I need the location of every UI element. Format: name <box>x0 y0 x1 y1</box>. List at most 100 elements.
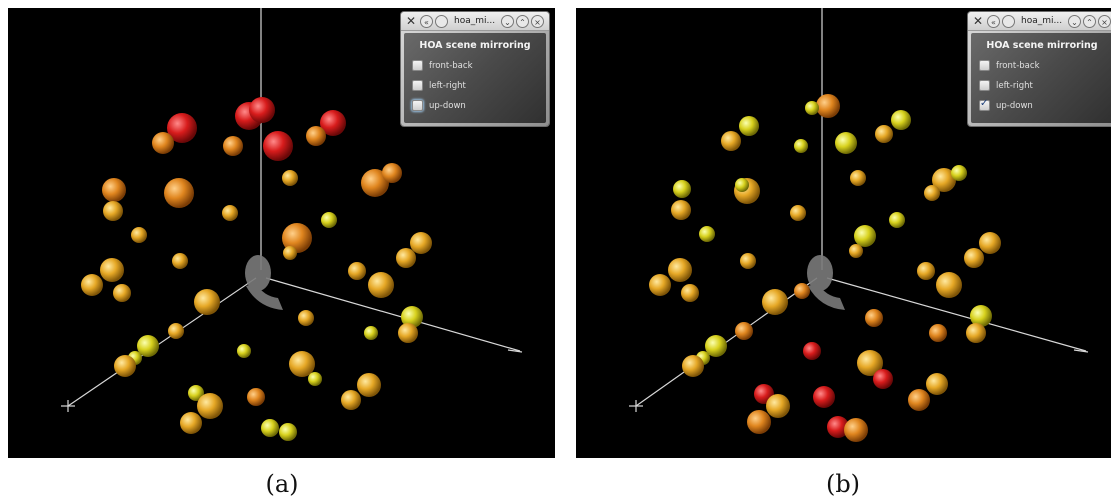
sound-source-sphere <box>762 289 788 315</box>
window-title: hoa_mi... <box>454 16 496 26</box>
sound-source-sphere <box>247 388 265 406</box>
caption-a: (a) <box>265 470 299 498</box>
sound-source-sphere <box>964 248 984 268</box>
minimize-icon[interactable]: ⌄ <box>1068 14 1081 28</box>
sound-source-sphere <box>357 373 381 397</box>
sound-source-sphere <box>844 418 868 442</box>
sound-source-sphere <box>282 170 298 186</box>
listener-head <box>807 255 845 310</box>
option-left-right[interactable]: left-right <box>412 80 546 91</box>
sound-source-sphere <box>261 419 279 437</box>
sound-source-sphere <box>237 344 251 358</box>
minimize-icon[interactable]: ⌄ <box>501 14 514 28</box>
sound-source-sphere <box>926 373 948 395</box>
front-back-checkbox[interactable] <box>412 60 423 71</box>
menu-icon[interactable] <box>435 14 448 28</box>
viewport-a[interactable]: ✕ « hoa_mi... ⌄ ⌃ × HOA scene mirroring … <box>8 8 555 458</box>
window-titlebar[interactable]: ✕ « hoa_mi... ⌄ ⌃ × <box>968 12 1111 31</box>
front-back-checkbox[interactable] <box>979 60 990 71</box>
window-title: hoa_mi... <box>1021 16 1063 26</box>
window-body: HOA scene mirroring front-back left-righ… <box>404 33 546 123</box>
sound-source-sphere <box>951 165 967 181</box>
sound-source-sphere <box>929 324 947 342</box>
sound-source-sphere <box>668 258 692 282</box>
front-back-label: front-back <box>996 60 1040 71</box>
option-front-back[interactable]: front-back <box>979 60 1111 71</box>
sound-source-sphere <box>382 163 402 183</box>
sound-source-sphere <box>289 351 315 377</box>
shade-icon[interactable]: « <box>987 14 1000 28</box>
sound-source-sphere <box>223 136 243 156</box>
sound-source-sphere <box>131 227 147 243</box>
sound-source-sphere <box>681 284 699 302</box>
menu-icon[interactable] <box>1002 14 1015 28</box>
sound-source-sphere <box>673 180 691 198</box>
sound-source-sphere <box>308 372 322 386</box>
option-up-down[interactable]: up-down <box>412 100 546 111</box>
listener-head <box>245 255 283 310</box>
sound-source-sphere <box>835 132 857 154</box>
front-back-label: front-back <box>429 60 473 71</box>
sound-source-sphere <box>979 232 1001 254</box>
sound-source-sphere <box>398 323 418 343</box>
sound-source-sphere <box>172 253 188 269</box>
window-body: HOA scene mirroring front-back left-righ… <box>971 33 1111 123</box>
left-right-checkbox[interactable] <box>412 80 423 91</box>
sound-source-sphere <box>924 185 940 201</box>
sound-source-sphere <box>816 94 840 118</box>
sound-source-sphere <box>341 390 361 410</box>
axis-left <box>635 277 818 407</box>
sound-source-sphere <box>364 326 378 340</box>
sound-source-sphere <box>735 178 749 192</box>
sound-source-sphere <box>805 101 819 115</box>
left-right-label: left-right <box>429 80 466 91</box>
maximize-icon[interactable]: ⌃ <box>1083 14 1096 28</box>
app-icon[interactable]: ✕ <box>404 14 418 28</box>
sound-source-sphere <box>81 274 103 296</box>
sound-source-sphere <box>739 116 759 136</box>
up-down-checkbox[interactable] <box>412 100 423 111</box>
sound-source-sphere <box>865 309 883 327</box>
close-icon[interactable]: × <box>531 14 544 28</box>
option-up-down[interactable]: up-down <box>979 98 1111 111</box>
sound-source-sphere <box>222 205 238 221</box>
sound-source-sphere <box>849 244 863 258</box>
sound-source-sphere <box>114 355 136 377</box>
sound-source-sphere <box>794 283 810 299</box>
sound-source-sphere <box>699 226 715 242</box>
panel-heading: HOA scene mirroring <box>986 40 1098 51</box>
shade-icon[interactable]: « <box>420 14 433 28</box>
sound-source-sphere <box>100 258 124 282</box>
sound-source-sphere <box>966 323 986 343</box>
mirroring-window: ✕ « hoa_mi... ⌄ ⌃ × HOA scene mirroring … <box>968 12 1111 126</box>
option-front-back[interactable]: front-back <box>412 60 546 71</box>
sound-source-sphere <box>671 200 691 220</box>
sound-source-sphere <box>103 201 123 221</box>
sound-source-sphere <box>735 322 753 340</box>
axis-left <box>67 277 257 407</box>
sound-source-sphere <box>194 289 220 315</box>
sound-source-sphere <box>164 178 194 208</box>
up-down-checkbox[interactable] <box>979 98 990 111</box>
mirroring-window: ✕ « hoa_mi... ⌄ ⌃ × HOA scene mirroring … <box>401 12 549 126</box>
up-down-label: up-down <box>429 100 466 111</box>
sound-source-sphere <box>279 423 297 441</box>
app-icon[interactable]: ✕ <box>971 14 985 28</box>
sound-source-sphere <box>917 262 935 280</box>
window-titlebar[interactable]: ✕ « hoa_mi... ⌄ ⌃ × <box>401 12 549 31</box>
sound-source-sphere <box>298 310 314 326</box>
sound-source-sphere <box>873 369 893 389</box>
sound-source-sphere <box>794 139 808 153</box>
sound-source-sphere <box>850 170 866 186</box>
sound-source-sphere <box>180 412 202 434</box>
sound-source-sphere <box>721 131 741 151</box>
maximize-icon[interactable]: ⌃ <box>516 14 529 28</box>
viewport-b[interactable]: ✕ « hoa_mi... ⌄ ⌃ × HOA scene mirroring … <box>576 8 1111 458</box>
option-left-right[interactable]: left-right <box>979 80 1111 91</box>
sound-source-sphere <box>368 272 394 298</box>
sound-source-sphere <box>263 131 293 161</box>
panel-heading: HOA scene mirroring <box>419 40 531 51</box>
left-right-checkbox[interactable] <box>979 80 990 91</box>
close-icon[interactable]: × <box>1098 14 1111 28</box>
sound-source-sphere <box>854 225 876 247</box>
